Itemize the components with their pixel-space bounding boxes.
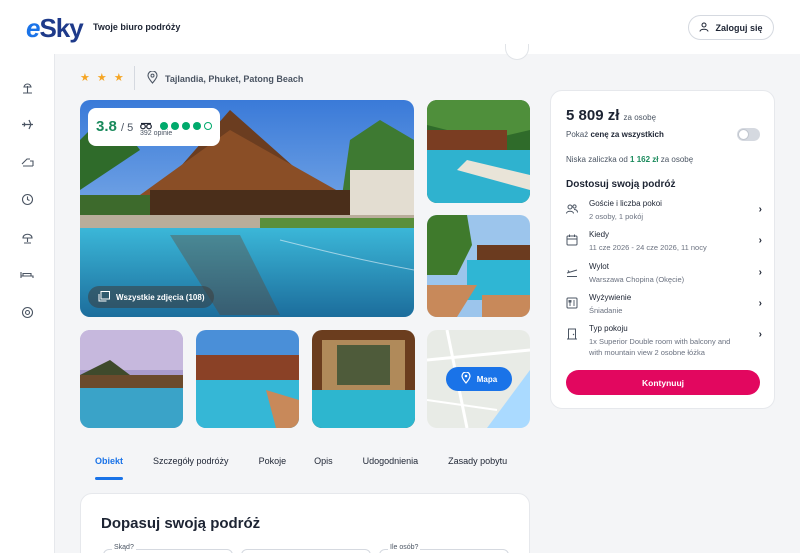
option-value: Warszawa Chopina (Okęcie) bbox=[589, 275, 685, 284]
location-pin-icon bbox=[147, 70, 158, 86]
tab-szczegoly-podrozy[interactable]: Szczegóły podróży bbox=[153, 452, 229, 476]
door-icon bbox=[566, 327, 578, 340]
tab-udogodnienia[interactable]: Udogodnienia bbox=[363, 452, 419, 476]
option-value: 1x Superior Double room with balcony and… bbox=[589, 337, 731, 357]
price: 5 809 zł za osobę bbox=[566, 107, 657, 124]
hotel-stars: ★ ★ ★ bbox=[80, 72, 126, 84]
chevron-right-icon: › bbox=[758, 298, 762, 309]
top-header: eSky Twoje biuro podróży Zaloguj się bbox=[0, 0, 800, 54]
photo-thumb-3[interactable] bbox=[80, 330, 183, 428]
deposit-info: Niska zaliczka od 1 162 zł za osobę bbox=[566, 155, 694, 164]
show-total-price-toggle[interactable] bbox=[737, 128, 760, 141]
rating-dot bbox=[193, 122, 201, 130]
plane-hotel-icon[interactable] bbox=[20, 154, 34, 168]
headset-icon[interactable] bbox=[20, 305, 34, 319]
rating-dot-empty bbox=[204, 122, 212, 130]
price-panel: 5 809 zł za osobę Pokaż cenę za wszystki… bbox=[550, 90, 775, 409]
tab-opis[interactable]: Opis bbox=[314, 452, 333, 476]
chevron-right-icon: › bbox=[758, 329, 762, 340]
umbrella-icon[interactable] bbox=[20, 230, 34, 244]
show-total-price-label: Pokaż cenę za wszystkich bbox=[566, 130, 664, 139]
chevron-right-icon: › bbox=[758, 204, 762, 215]
photo-thumb-2[interactable] bbox=[427, 215, 530, 317]
beach-icon[interactable] bbox=[20, 81, 34, 95]
rating-dot bbox=[160, 122, 168, 130]
option-title: Typ pokoju bbox=[589, 324, 628, 333]
customize-trip-title: Dopasuj swoją podróż bbox=[101, 515, 261, 532]
clock-icon[interactable] bbox=[20, 192, 34, 206]
guests-icon bbox=[566, 202, 578, 214]
all-photos-label: Wszystkie zdjęcia (108) bbox=[116, 292, 205, 302]
from-field[interactable]: Skąd? bbox=[103, 544, 233, 553]
rating-score: 3.8 / 5 bbox=[96, 118, 134, 135]
photo-thumb-5[interactable] bbox=[312, 330, 415, 428]
review-count: 392 opinie bbox=[140, 130, 173, 137]
location-text: Tajlandia, Phuket, Patong Beach bbox=[165, 73, 304, 84]
photo-thumb-4[interactable] bbox=[196, 330, 299, 428]
map-button[interactable]: Mapa bbox=[446, 367, 512, 391]
map-pin-icon bbox=[461, 371, 471, 386]
sidebar bbox=[0, 54, 55, 553]
rating-dot bbox=[171, 122, 179, 130]
tab-zasady-pobytu[interactable]: Zasady pobytu bbox=[448, 452, 507, 476]
share-button[interactable] bbox=[505, 44, 529, 60]
bed-icon[interactable] bbox=[20, 267, 34, 281]
chevron-right-icon: › bbox=[758, 267, 762, 278]
option-title: Kiedy bbox=[589, 230, 610, 239]
esky-logo[interactable]: eSky bbox=[26, 13, 84, 44]
plane-icon[interactable] bbox=[20, 117, 34, 131]
option-title: Wyżywienie bbox=[589, 293, 632, 302]
option-value: 2 osoby, 1 pokój bbox=[589, 212, 644, 221]
chevron-right-icon: › bbox=[758, 235, 762, 246]
option-title: Wylot bbox=[589, 262, 609, 271]
all-photos-button[interactable]: Wszystkie zdjęcia (108) bbox=[88, 286, 215, 308]
divider bbox=[134, 66, 135, 90]
user-icon bbox=[699, 22, 709, 34]
from-field-label: Skąd? bbox=[112, 544, 136, 551]
photo-thumb-1[interactable] bbox=[427, 100, 530, 203]
option-title: Goście i liczba pokoi bbox=[589, 199, 662, 208]
hotel-location: Tajlandia, Phuket, Patong Beach bbox=[147, 70, 304, 86]
option-value: 11 cze 2026 - 24 cze 2026, 11 nocy bbox=[589, 243, 707, 252]
tab-pokoje[interactable]: Pokoje bbox=[259, 452, 287, 476]
people-field[interactable]: Ile osób? bbox=[379, 544, 509, 553]
tagline: Twoje biuro podróży bbox=[93, 22, 181, 32]
date-field[interactable] bbox=[241, 549, 371, 553]
calendar-icon bbox=[566, 233, 578, 246]
map-label: Mapa bbox=[476, 374, 498, 384]
customize-title: Dostosuj swoją podróż bbox=[566, 179, 676, 190]
people-field-label: Ile osób? bbox=[388, 544, 421, 551]
login-label: Zaloguj się bbox=[715, 22, 763, 33]
rating-dot bbox=[182, 122, 190, 130]
gallery-icon bbox=[98, 290, 110, 304]
departure-icon bbox=[566, 265, 578, 278]
meal-icon bbox=[566, 296, 578, 309]
tab-obiekt[interactable]: Obiekt bbox=[95, 452, 124, 480]
option-value: Śniadanie bbox=[589, 306, 623, 315]
section-tabs: Obiekt Szczegóły podróży Pokoje Opis Udo… bbox=[80, 452, 507, 480]
continue-button[interactable]: Kontynuuj bbox=[566, 370, 760, 395]
login-button[interactable]: Zaloguj się bbox=[688, 15, 774, 40]
customize-trip-card: Dopasuj swoją podróż Skąd? Ile osób? bbox=[80, 493, 530, 553]
rating-card[interactable]: 3.8 / 5 392 opinie bbox=[88, 108, 220, 146]
